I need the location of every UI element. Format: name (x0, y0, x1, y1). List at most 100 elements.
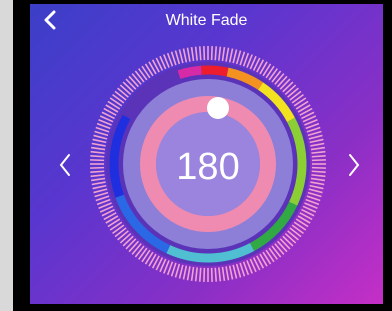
tick-mark (214, 267, 218, 282)
tick-mark (178, 49, 184, 64)
tick-mark (279, 238, 291, 250)
tick-mark (308, 134, 323, 140)
tick-mark (310, 146, 325, 151)
tick-mark (218, 46, 222, 61)
tick-mark (170, 51, 177, 66)
tick-mark (311, 150, 326, 154)
tick-mark (282, 81, 294, 93)
tick-mark (276, 75, 288, 88)
tick-mark (228, 265, 234, 280)
tick-mark (232, 264, 238, 279)
tick-mark (93, 188, 108, 194)
tick-mark (221, 47, 226, 62)
tick-mark (114, 90, 127, 101)
tick-mark (311, 170, 326, 174)
tick-mark (218, 267, 222, 282)
tick-mark (91, 146, 106, 151)
tick-mark (90, 170, 105, 174)
tick-mark (310, 177, 325, 182)
dial-knob[interactable] (207, 97, 229, 119)
tick-mark (134, 70, 145, 83)
tick-mark (125, 78, 137, 90)
tick-mark (131, 243, 142, 255)
tick-mark (239, 262, 246, 277)
tick-mark (134, 245, 145, 258)
tick-mark (128, 75, 140, 88)
tick-mark (311, 154, 326, 158)
tick-mark (95, 126, 110, 133)
tick-mark (307, 191, 322, 198)
tick-mark (235, 263, 242, 278)
tick-mark (287, 87, 299, 98)
tick-mark (276, 240, 288, 253)
tick-mark (287, 230, 299, 241)
tick-mark (114, 227, 127, 238)
tick-mark (117, 230, 129, 241)
tick-mark (122, 235, 134, 247)
tick-mark (271, 245, 282, 258)
tick-mark (310, 142, 325, 147)
tick-mark (178, 264, 184, 279)
tick-mark (228, 48, 234, 63)
tick-mark (194, 46, 198, 61)
tick-mark (239, 51, 246, 66)
tick-mark (90, 154, 105, 158)
tick-mark (190, 266, 195, 281)
tick-mark (119, 84, 132, 96)
tick-mark (308, 188, 323, 194)
tick-mark (198, 267, 202, 282)
tick-mark (91, 177, 106, 182)
tick-mark (95, 195, 110, 202)
tick-mark (94, 191, 109, 198)
color-segment[interactable] (177, 65, 202, 79)
tick-mark (274, 243, 285, 255)
tick-mark (214, 46, 218, 61)
tick-mark (306, 195, 321, 202)
tick-mark (307, 130, 322, 137)
tick-mark (125, 238, 137, 250)
color-segment[interactable] (201, 65, 229, 77)
tick-mark (232, 49, 238, 64)
tick-mark (170, 262, 177, 277)
tick-mark (271, 70, 282, 83)
tick-mark (279, 78, 291, 90)
tick-mark (309, 138, 324, 144)
tick-mark (119, 232, 132, 244)
tick-mark (310, 181, 325, 186)
tick-mark (306, 126, 321, 133)
color-dial[interactable]: 180 (30, 4, 383, 304)
dial-value: 180 (176, 146, 239, 188)
tick-mark (90, 174, 105, 178)
tick-mark (92, 138, 107, 144)
tick-mark (194, 267, 198, 282)
tick-mark (284, 84, 297, 96)
app-screen: White Fade 180 (30, 4, 383, 304)
tick-mark (117, 87, 129, 98)
tick-mark (282, 235, 294, 247)
tick-mark (128, 240, 140, 253)
tick-mark (91, 142, 106, 147)
tick-mark (94, 130, 109, 137)
tick-mark (186, 266, 191, 281)
tick-mark (221, 266, 226, 281)
tick-mark (174, 50, 181, 65)
device-frame: White Fade 180 (13, 0, 392, 311)
tick-mark (311, 174, 326, 178)
tick-mark (93, 134, 108, 140)
tick-mark (122, 81, 134, 93)
tick-mark (182, 265, 188, 280)
tick-mark (186, 47, 191, 62)
tick-mark (225, 47, 230, 62)
tick-mark (91, 181, 106, 186)
tick-mark (289, 90, 302, 101)
tick-mark (284, 232, 297, 244)
tick-mark (225, 266, 230, 281)
tick-mark (274, 73, 285, 85)
tick-mark (92, 184, 107, 190)
tick-mark (289, 227, 302, 238)
tick-mark (235, 50, 242, 65)
tick-mark (309, 184, 324, 190)
tick-mark (131, 73, 142, 85)
tick-mark (90, 150, 105, 154)
tick-mark (174, 263, 181, 278)
